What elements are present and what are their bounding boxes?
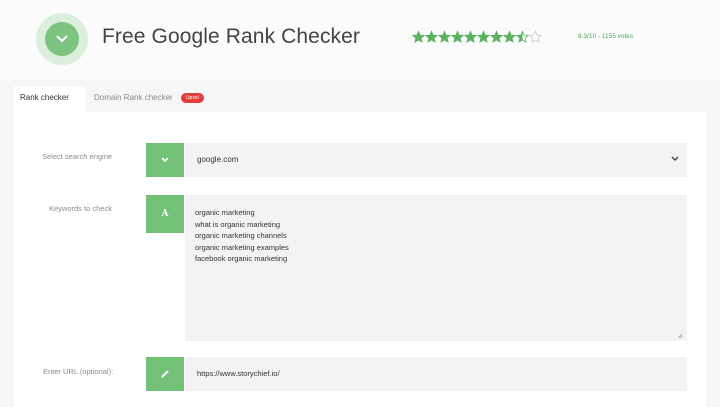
star-icon [425,30,438,43]
chevron-down-icon [671,156,679,161]
engine-icon-box [146,143,184,177]
star-icon [503,30,516,43]
resize-handle-icon[interactable] [677,333,683,339]
url-icon-box [146,357,184,391]
keywords-icon-box: A [146,195,184,233]
search-engine-select[interactable]: google.com [185,143,687,177]
url-input[interactable] [185,357,687,391]
tab-domain-rank-checker[interactable]: Domain Rank checker Upsel [88,86,240,112]
upsell-badge: Upsel [180,92,204,103]
app-title: Free Google Rank Checker [102,25,361,48]
star-icon [464,30,477,43]
chevron-down-icon [45,22,79,56]
tab-label: Rank checker [20,93,69,102]
tab-label: Domain Rank checker [94,93,173,102]
header: Free Google Rank Checker 8.3/10 - 1155 v… [0,0,720,80]
star-icon [438,30,451,43]
star-icon [412,30,425,43]
star-icon [529,30,542,43]
url-label: Enter URL (optional): [43,367,114,376]
tab-rank-checker[interactable]: Rank checker [14,86,86,112]
keywords-textarea[interactable] [185,195,687,341]
logo [36,13,88,65]
engine-label: Select search engine [42,152,113,161]
text-a-icon: A [161,209,169,219]
pencil-icon [161,370,169,378]
keywords-label: Keywords to check [49,204,112,213]
search-engine-value: google.com [197,155,239,164]
star-icon [477,30,490,43]
rating-text: 8.3/10 - 1155 votes [578,33,634,40]
star-icon [451,30,464,43]
star-icon [490,30,503,43]
rating-stars [412,30,542,44]
star-icon [516,30,529,43]
chevron-down-icon [161,157,169,163]
